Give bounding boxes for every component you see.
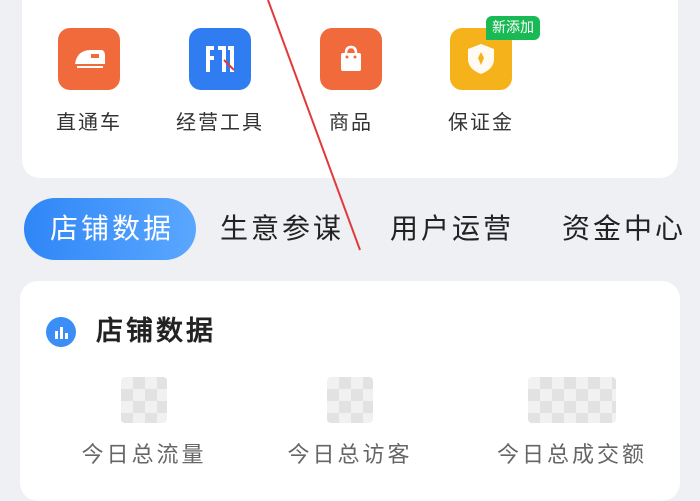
metric-total-visitors[interactable]: 今日总访客 <box>250 377 450 469</box>
store-data-card: 店铺数据 今日总流量 今日总访客 今日总成交额 <box>20 281 680 501</box>
tab-store-data[interactable]: 店铺数据 <box>24 198 197 260</box>
tab-business-advisor[interactable]: 生意参谋 <box>220 198 344 260</box>
new-badge: 新添加 <box>486 16 540 40</box>
tool-label: 直通车 <box>56 110 122 134</box>
tool-through-train[interactable]: 直通车 <box>34 28 144 135</box>
metric-value-blurred <box>327 377 373 423</box>
tool-label: 商品 <box>329 110 373 134</box>
metric-label: 今日总流量 <box>81 443 207 468</box>
metric-label: 今日总访客 <box>287 443 413 468</box>
metric-total-sales[interactable]: 今日总成交额 <box>472 377 672 469</box>
train-icon <box>58 28 120 90</box>
metric-total-traffic[interactable]: 今日总流量 <box>44 377 244 469</box>
tab-bar: 店铺数据 生意参谋 用户运营 资金中心 <box>0 198 700 262</box>
shopping-bag-icon <box>320 28 382 90</box>
tool-business-tools[interactable]: 经营工具 <box>165 28 275 135</box>
metric-value-blurred <box>528 377 616 423</box>
stats-icon <box>189 28 251 90</box>
tool-label: 保证金 <box>448 110 514 134</box>
tool-products[interactable]: 商品 <box>296 28 406 135</box>
metric-label: 今日总成交额 <box>496 443 647 468</box>
tools-card: 直通车 经营工具 商品 新添加 保证金 <box>22 0 678 178</box>
tab-fund-center[interactable]: 资金中心 <box>562 198 686 260</box>
tool-label: 经营工具 <box>176 110 264 134</box>
section-title: 店铺数据 <box>96 316 216 347</box>
metric-value-blurred <box>121 377 167 423</box>
bar-chart-icon <box>46 317 76 347</box>
tab-user-operations[interactable]: 用户运营 <box>390 198 514 260</box>
shield-icon: 新添加 <box>450 16 540 90</box>
tool-deposit[interactable]: 新添加 保证金 <box>426 16 540 135</box>
